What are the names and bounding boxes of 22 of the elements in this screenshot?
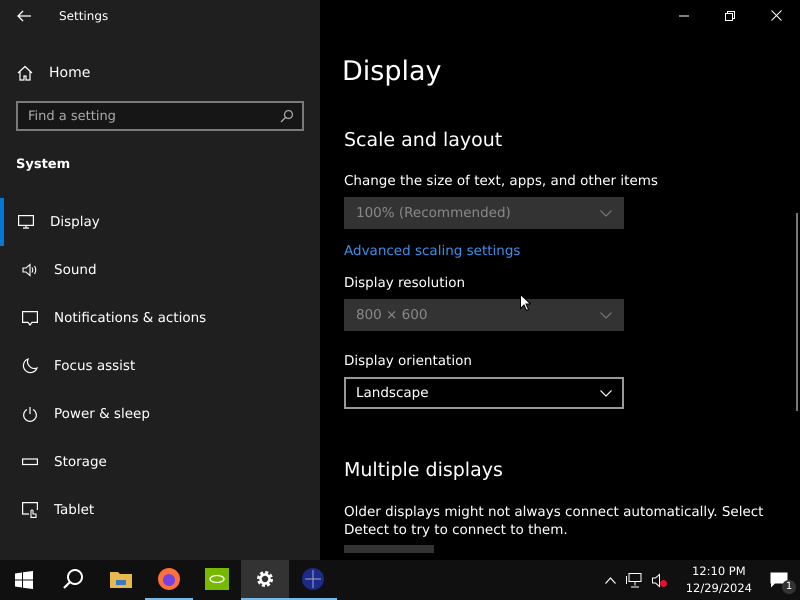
section-heading: System [16, 157, 70, 172]
field-label: Display orientation [344, 353, 472, 369]
clock-date[interactable]: 12/29/2024 [686, 580, 752, 597]
clock-time[interactable]: 12:10 PM [692, 563, 746, 580]
field-label: Display resolution [344, 275, 466, 291]
search-field[interactable]: Find a setting [16, 101, 304, 131]
page-title: Display [342, 56, 442, 87]
sidebar-item[interactable]: Storage [0, 438, 320, 486]
sidebar-item[interactable]: Notifications & actions [0, 294, 320, 342]
sidebar-item[interactable]: Focus assist [0, 342, 320, 390]
sidebar-item[interactable]: Tablet [0, 486, 320, 534]
description-text: Older displays might not always connect automatically. Select Detect to try to connect to them. [344, 503, 764, 540]
dropdown[interactable]: Landscape [344, 377, 624, 409]
section-heading: Multiple displays [344, 459, 503, 481]
sidebar-item[interactable]: Sound [0, 246, 320, 294]
window-title: Settings [59, 9, 108, 23]
link[interactable]: Advanced scaling settings [344, 243, 520, 259]
home-nav-item[interactable]: Home [0, 49, 108, 97]
notification-count-badge: 1 [782, 580, 796, 594]
field-label: Change the size of text, apps, and other items [344, 173, 658, 189]
section-heading: Scale and layout [344, 129, 502, 151]
sidebar-item[interactable]: Power & sleep [0, 390, 320, 438]
